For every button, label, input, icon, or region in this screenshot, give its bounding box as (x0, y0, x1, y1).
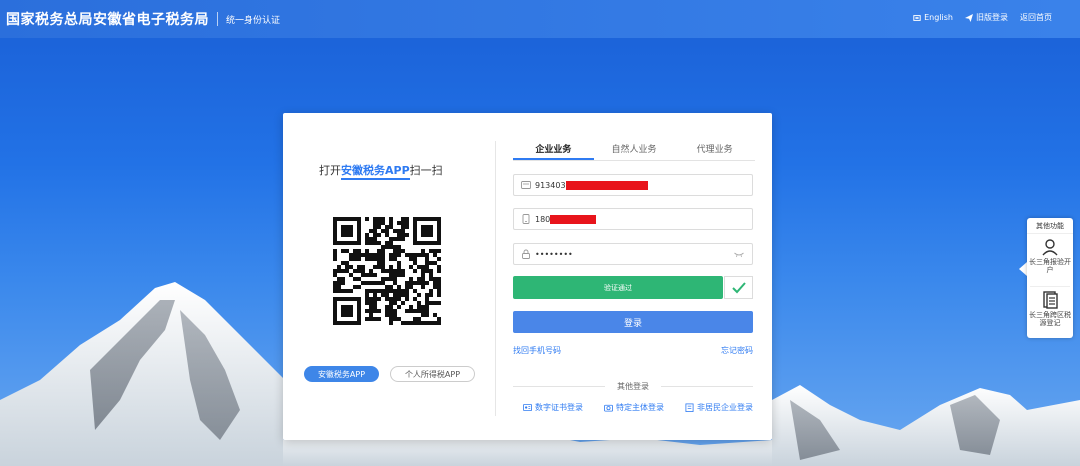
digital-certificate-label: 数字证书登录 (535, 403, 583, 412)
site-subtitle: 统一身份认证 (226, 15, 281, 26)
person-icon (1042, 239, 1058, 256)
title-divider (217, 12, 218, 26)
site-title: 国家税务总局安徽省电子税务局 (6, 12, 209, 28)
english-link[interactable]: English (913, 12, 953, 23)
send-icon (965, 13, 973, 22)
redaction-mark (565, 180, 648, 190)
building-icon (685, 403, 694, 412)
password-value: •••••••• (535, 249, 573, 259)
panel-divider (495, 141, 496, 416)
anhui-tax-app-button[interactable]: 安徽税务APP (304, 366, 379, 382)
verify-check-box (724, 276, 753, 299)
side-panel-title: 其他功能 (1027, 218, 1073, 234)
globe-icon (913, 14, 921, 21)
digital-certificate-login[interactable]: 数字证书登录 (523, 402, 583, 413)
header-links: English 旧版登录 返回首页 (913, 12, 1052, 23)
specific-subject-label: 特定主体登录 (616, 403, 664, 412)
certificate-icon (523, 403, 532, 412)
qr-code (333, 217, 441, 325)
forgot-password-link[interactable]: 忘记密码 (721, 345, 753, 356)
scan-app-name: 安徽税务APP (341, 164, 410, 180)
id-card-icon (521, 181, 531, 189)
top-header-bar: 国家税务总局安徽省电子税务局 统一身份认证 English 旧版登录 返回首页 (0, 0, 1080, 38)
login-type-tabs: 企业业务 自然人业务 代理业务 (513, 137, 755, 161)
tax-id-input[interactable]: 913403 (513, 174, 753, 196)
phone-icon (522, 214, 530, 224)
scan-instruction: 打开安徽税务APP扫一扫 (319, 162, 443, 180)
tab-enterprise[interactable]: 企业业务 (513, 137, 594, 160)
qr-login-panel: 打开安徽税务APP扫一扫 安徽税务APP 个人所得税APP (283, 113, 495, 440)
tab-individual[interactable]: 自然人业务 (594, 137, 675, 160)
lock-icon (522, 249, 530, 259)
tab-agent[interactable]: 代理业务 (674, 137, 755, 160)
yrd-report-account-button[interactable]: 长三角报验开户 (1027, 234, 1073, 286)
document-icon (1043, 291, 1058, 309)
account-login-panel: 企业业务 自然人业务 代理业务 913403 180 •••••••• 验证通过… (513, 113, 755, 440)
check-icon (731, 281, 746, 293)
specific-subject-login[interactable]: 特定主体登录 (604, 402, 664, 413)
personal-income-tax-app-button[interactable]: 个人所得税APP (390, 366, 475, 382)
other-functions-panel: 其他功能 长三角报验开户 长三角跨区税源登记 (1027, 218, 1073, 338)
old-version-login-label: 旧版登录 (976, 13, 1008, 22)
yrd-cross-region-registration-label: 长三角跨区税源登记 (1029, 311, 1071, 327)
side-panel-arrow (1019, 262, 1027, 276)
phone-input[interactable]: 180 (513, 208, 753, 230)
login-card: 打开安徽税务APP扫一扫 安徽税务APP 个人所得税APP 企业业务 自然人业务… (283, 113, 772, 440)
login-button[interactable]: 登录 (513, 311, 753, 333)
scan-prefix: 打开 (319, 164, 341, 177)
return-home-label: 返回首页 (1020, 13, 1052, 22)
other-login-options: 数字证书登录 特定主体登录 非居民企业登录 (523, 402, 753, 413)
return-home-link[interactable]: 返回首页 (1020, 12, 1052, 23)
password-input[interactable]: •••••••• (513, 243, 753, 265)
non-resident-enterprise-login[interactable]: 非居民企业登录 (685, 402, 753, 413)
verify-success-bar[interactable]: 验证通过 (513, 276, 723, 299)
scan-suffix: 扫一扫 (409, 164, 443, 177)
phone-value: 180 (535, 214, 551, 224)
redaction-mark (550, 214, 597, 224)
retrieve-phone-link[interactable]: 找回手机号码 (513, 345, 561, 356)
tax-id-value: 913403 (535, 180, 566, 190)
yrd-report-account-label: 长三角报验开户 (1029, 258, 1071, 274)
non-resident-enterprise-label: 非居民企业登录 (697, 403, 753, 412)
camera-icon (604, 404, 613, 412)
hide-password-icon[interactable] (734, 250, 744, 258)
other-login-title: 其他登录 (605, 381, 661, 392)
yrd-cross-region-registration-button[interactable]: 长三角跨区税源登记 (1027, 287, 1073, 339)
english-link-label: English (924, 13, 953, 22)
old-version-login-link[interactable]: 旧版登录 (965, 12, 1008, 23)
slider-verification: 验证通过 (513, 276, 753, 299)
